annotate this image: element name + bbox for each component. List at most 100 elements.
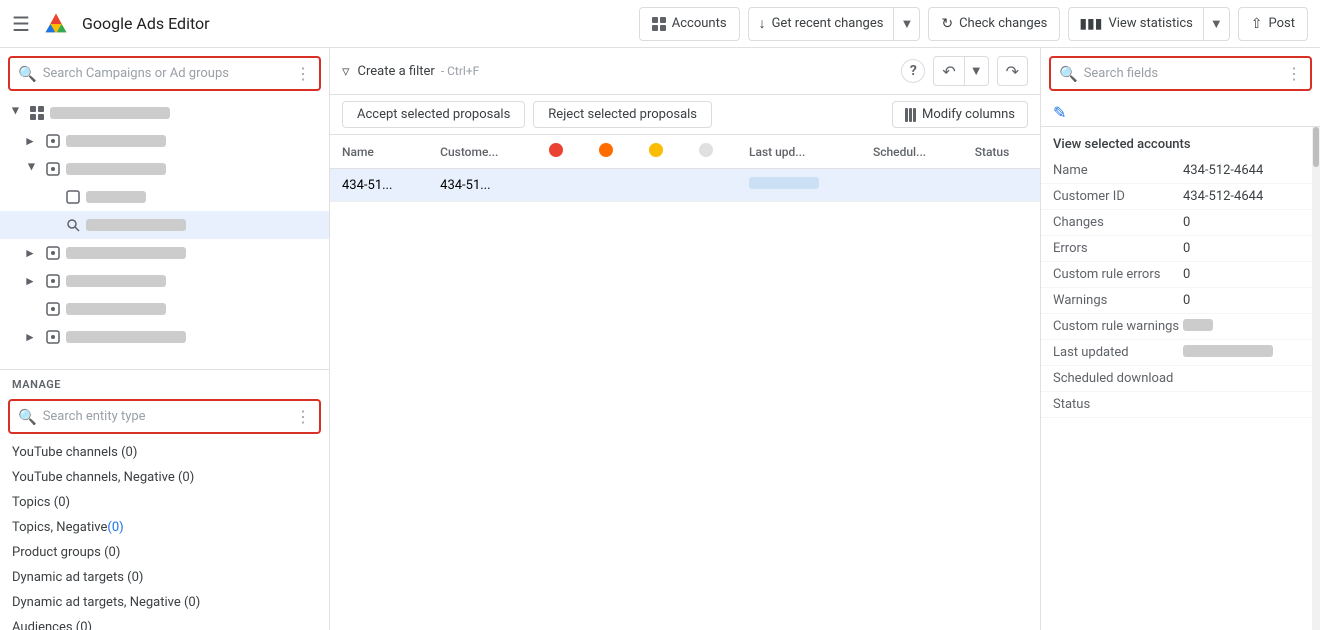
tree-item[interactable]: ►: [0, 99, 329, 127]
fields-search-box[interactable]: 🔍 ⋮: [1049, 56, 1312, 91]
adgroup-icon: [64, 188, 82, 206]
field-label-errors: Errors: [1053, 241, 1183, 256]
expand-icon: ►: [9, 105, 23, 121]
tree-item[interactable]: [0, 183, 329, 211]
col-customer[interactable]: Custome...: [428, 135, 536, 169]
accounts-label: Accounts: [672, 16, 727, 31]
field-row-warnings: Warnings 0: [1041, 288, 1320, 314]
get-recent-changes-button[interactable]: ↓ Get recent changes ▼: [748, 7, 921, 41]
accounts-button[interactable]: Accounts: [639, 7, 740, 41]
right-content: View selected accounts Name 434-512-4644…: [1041, 127, 1320, 630]
right-section-title: View selected accounts: [1041, 127, 1320, 158]
tree-item-label: [66, 135, 166, 147]
tree-area: ► ► ►: [0, 99, 329, 370]
list-item[interactable]: Audiences (0): [0, 615, 329, 630]
table-row[interactable]: 434-51... 434-51...: [330, 169, 1040, 202]
tree-item[interactable]: ►: [0, 239, 329, 267]
tree-item[interactable]: [0, 295, 329, 323]
list-item[interactable]: YouTube channels (0): [0, 440, 329, 465]
col-scheduled[interactable]: Schedul...: [861, 135, 963, 169]
refresh-icon: ↻: [941, 16, 953, 32]
tree-item-label: [66, 247, 186, 259]
cell-dot4: [687, 169, 737, 202]
download-icon: ↓: [759, 15, 766, 32]
col-last-updated[interactable]: Last upd...: [737, 135, 861, 169]
redo-icon: ↷: [1006, 62, 1019, 81]
list-item[interactable]: Topics (0): [0, 490, 329, 515]
tree-item[interactable]: ►: [0, 323, 329, 351]
tree-item[interactable]: ►: [0, 267, 329, 295]
post-label: Post: [1269, 16, 1296, 31]
tree-item[interactable]: ►: [0, 127, 329, 155]
entity-search-more-icon[interactable]: ⋮: [295, 407, 311, 426]
field-row-name: Name 434-512-4644: [1041, 158, 1320, 184]
undo-arrow-icon: ▼: [970, 63, 983, 79]
list-item[interactable]: Topics, Negative (0): [0, 515, 329, 540]
hamburger-menu-icon[interactable]: ☰: [12, 12, 30, 36]
redo-button[interactable]: ↷: [997, 56, 1028, 86]
field-row-custom-rule-errors: Custom rule errors 0: [1041, 262, 1320, 288]
field-value-errors: 0: [1183, 241, 1190, 256]
campaigns-search-icon: 🔍: [18, 65, 37, 83]
edit-pencil-icon[interactable]: ✎: [1053, 103, 1066, 122]
campaign-icon: [44, 132, 62, 150]
app-title: Google Ads Editor: [82, 14, 210, 33]
list-item[interactable]: Dynamic ad targets, Negative (0): [0, 590, 329, 615]
tree-item-label: [66, 275, 166, 287]
tree-item-label: [86, 219, 186, 231]
campaigns-search-box[interactable]: 🔍 ⋮: [8, 56, 321, 91]
expand-icon: ►: [25, 161, 39, 177]
filter-button[interactable]: Create a filter - Ctrl+F: [358, 64, 480, 79]
tree-item-label: [66, 331, 186, 343]
modify-columns-button[interactable]: Modify columns: [892, 101, 1028, 128]
tree-item[interactable]: ►: [0, 155, 329, 183]
field-row-customer-id: Customer ID 434-512-4644: [1041, 184, 1320, 210]
field-value-name: 434-512-4644: [1183, 163, 1263, 178]
view-statistics-button[interactable]: ▮▮▮ View statistics ▼: [1068, 7, 1229, 41]
right-scrollbar-thumb[interactable]: [1313, 127, 1319, 167]
filter-icon: ▿: [342, 62, 350, 80]
check-changes-button[interactable]: ↻ Check changes: [928, 7, 1060, 41]
expand-icon: ►: [24, 274, 40, 288]
view-stats-label: View statistics: [1108, 16, 1192, 31]
cell-customer: 434-51...: [428, 169, 536, 202]
right-scrollbar[interactable]: [1312, 127, 1320, 630]
list-item[interactable]: Dynamic ad targets (0): [0, 565, 329, 590]
undo-button[interactable]: ↶ ▼: [933, 56, 988, 86]
manage-section: MANAGE 🔍 ⋮ YouTube channels (0) YouTube …: [0, 370, 329, 630]
fields-search-more-icon[interactable]: ⋮: [1286, 64, 1302, 83]
list-item[interactable]: Product groups (0): [0, 540, 329, 565]
field-label-last-updated: Last updated: [1053, 345, 1183, 360]
entity-search-input[interactable]: [43, 409, 289, 424]
list-item[interactable]: YouTube channels, Negative (0): [0, 465, 329, 490]
expand-icon: ►: [24, 134, 40, 148]
right-panel: 🔍 ⋮ ✎ View selected accounts Name 434-51…: [1040, 48, 1320, 630]
tree-item-label: [66, 163, 166, 175]
fields-search-input[interactable]: [1084, 66, 1280, 81]
campaigns-search-more-icon[interactable]: ⋮: [295, 64, 311, 83]
left-panel: 🔍 ⋮ ► ► ►: [0, 48, 330, 630]
post-button[interactable]: ⇧ Post: [1238, 7, 1308, 41]
tree-item[interactable]: [0, 211, 329, 239]
field-label-name: Name: [1053, 163, 1183, 178]
get-recent-label: Get recent changes: [772, 16, 884, 31]
main-area: 🔍 ⋮ ► ► ►: [0, 48, 1320, 630]
reject-proposals-button[interactable]: Reject selected proposals: [533, 101, 712, 128]
top-navigation: ☰ Google Ads Editor Accounts ↓ Get recen…: [0, 0, 1320, 48]
field-row-changes: Changes 0: [1041, 210, 1320, 236]
col-name[interactable]: Name: [330, 135, 428, 169]
col-dot4: [687, 135, 737, 169]
col-dot3: [637, 135, 687, 169]
campaigns-search-input[interactable]: [43, 66, 289, 81]
entity-search-box[interactable]: 🔍 ⋮: [8, 399, 321, 434]
help-icon[interactable]: ?: [901, 59, 925, 83]
col-status[interactable]: Status: [963, 135, 1040, 169]
field-label-customer-id: Customer ID: [1053, 189, 1183, 204]
field-row-scheduled-download: Scheduled download: [1041, 366, 1320, 392]
center-panel: ▿ Create a filter - Ctrl+F ? ↶ ▼ ↷ Accep…: [330, 48, 1040, 630]
col-dot1: [537, 135, 587, 169]
accept-proposals-button[interactable]: Accept selected proposals: [342, 101, 525, 128]
bar-chart-icon: ▮▮▮: [1079, 16, 1102, 32]
grid-icon: [28, 104, 46, 122]
accounts-grid-icon: [652, 17, 666, 31]
